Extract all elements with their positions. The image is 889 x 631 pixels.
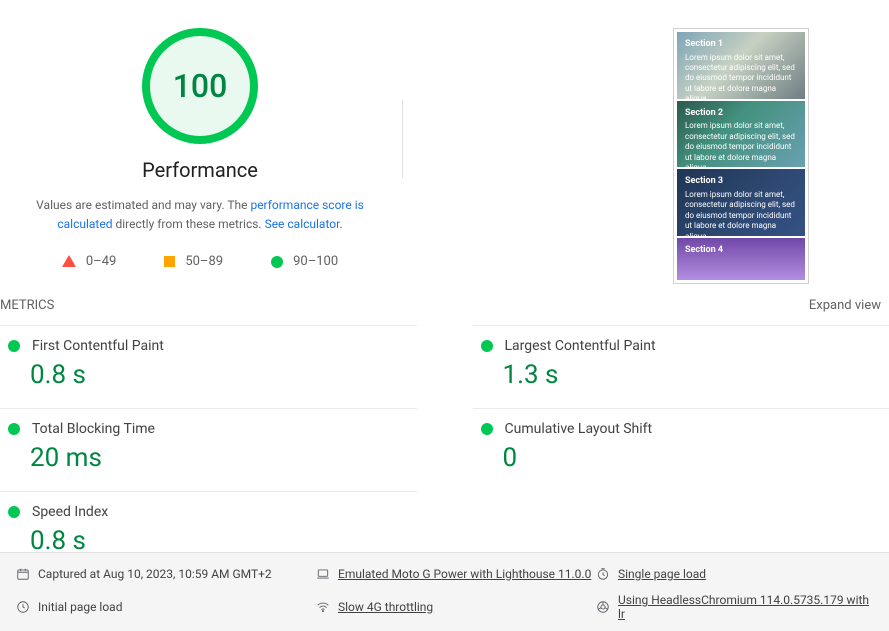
performance-gauge-area: 100 Performance Values are estimated and… bbox=[0, 28, 400, 284]
legend-pass-label: 90–100 bbox=[293, 254, 338, 269]
throttling-text: Slow 4G throttling bbox=[338, 600, 433, 614]
initial-page-load-text: Initial page load bbox=[38, 600, 122, 614]
score-legend: 0–49 50–89 90–100 bbox=[62, 254, 338, 269]
preview-section-1: Section 1 Lorem ipsum dolor sit amet, con… bbox=[677, 32, 805, 99]
status-dot-pass bbox=[481, 340, 493, 352]
vertical-divider bbox=[402, 100, 403, 178]
single-page-load-text: Single page load bbox=[618, 567, 706, 581]
laptop-icon bbox=[316, 567, 330, 581]
metric-tbt[interactable]: Total Blocking Time 20 ms bbox=[0, 408, 417, 491]
initial-page-load: Initial page load bbox=[16, 593, 316, 621]
disclaimer-suffix: . bbox=[339, 217, 342, 231]
runtime-settings: Captured at Aug 10, 2023, 10:59 AM GMT+2… bbox=[0, 552, 889, 631]
legend-avg-label: 50–89 bbox=[185, 254, 223, 269]
browser-info[interactable]: Using HeadlessChromium 114.0.5735.179 wi… bbox=[596, 593, 877, 621]
metric-name: First Contentful Paint bbox=[32, 338, 164, 354]
preview-section-3: Section 3 Lorem ipsum dolor sit amet, con… bbox=[677, 169, 805, 236]
metric-value: 20 ms bbox=[30, 443, 417, 473]
status-dot-pass bbox=[8, 506, 20, 518]
status-dot-pass bbox=[481, 423, 493, 435]
metric-cls[interactable]: Cumulative Layout Shift 0 bbox=[473, 408, 889, 491]
captured-at-text: Captured at Aug 10, 2023, 10:59 AM GMT+2 bbox=[38, 567, 272, 581]
metric-lcp[interactable]: Largest Contentful Paint 1.3 s bbox=[473, 325, 889, 408]
square-icon bbox=[164, 256, 175, 267]
preview-title-1: Section 1 bbox=[685, 39, 797, 51]
preview-title-2: Section 2 bbox=[685, 108, 797, 120]
browser-info-text: Using HeadlessChromium 114.0.5735.179 wi… bbox=[618, 593, 877, 621]
captured-at: Captured at Aug 10, 2023, 10:59 AM GMT+2 bbox=[16, 567, 316, 581]
preview-text-2: Lorem ipsum dolor sit amet, consectetur … bbox=[685, 121, 795, 167]
performance-title: Performance bbox=[142, 158, 258, 182]
preview-text-3: Lorem ipsum dolor sit amet, consectetur … bbox=[685, 190, 795, 236]
preview-section-2: Section 2Lorem ipsum dolor sit amet, con… bbox=[677, 101, 805, 168]
metric-name: Speed Index bbox=[32, 504, 108, 520]
preview-section-4: Section 4 bbox=[677, 238, 805, 280]
legend-average: 50–89 bbox=[164, 254, 223, 269]
emulated-device-text: Emulated Moto G Power with Lighthouse 11… bbox=[338, 567, 591, 581]
calendar-icon bbox=[16, 567, 30, 581]
metric-value: 1.3 s bbox=[503, 360, 889, 390]
metric-name: Cumulative Layout Shift bbox=[505, 421, 653, 437]
expand-view-button[interactable]: Expand view bbox=[809, 298, 881, 313]
legend-pass: 90–100 bbox=[271, 254, 338, 269]
timer-icon bbox=[596, 567, 610, 581]
metric-name: Total Blocking Time bbox=[32, 421, 155, 437]
legend-fail-label: 0–49 bbox=[86, 254, 116, 269]
triangle-icon bbox=[62, 255, 76, 267]
status-dot-pass bbox=[8, 423, 20, 435]
chrome-icon bbox=[596, 600, 610, 614]
preview-title-4: Section 4 bbox=[685, 245, 797, 257]
preview-text-1: Lorem ipsum dolor sit amet, consectetur … bbox=[685, 53, 795, 99]
wifi-icon bbox=[316, 600, 330, 614]
circle-icon bbox=[271, 256, 283, 268]
metrics-heading: METRICS bbox=[0, 298, 54, 313]
disclaimer-prefix: Values are estimated and may vary. The bbox=[36, 198, 250, 212]
metric-name: Largest Contentful Paint bbox=[505, 338, 656, 354]
disclaimer-mid: directly from these metrics. bbox=[112, 217, 264, 231]
page-screenshot: Section 1 Lorem ipsum dolor sit amet, con… bbox=[673, 28, 809, 284]
preview-title-3: Section 3 bbox=[685, 176, 797, 188]
disclaimer: Values are estimated and may vary. The p… bbox=[10, 196, 390, 234]
single-page-load[interactable]: Single page load bbox=[596, 567, 877, 581]
emulated-device[interactable]: Emulated Moto G Power with Lighthouse 11… bbox=[316, 567, 596, 581]
see-calculator-link[interactable]: See calculator bbox=[265, 217, 340, 231]
performance-gauge: 100 bbox=[142, 28, 258, 144]
metric-value: 0.8 s bbox=[30, 360, 417, 390]
clock-icon bbox=[16, 600, 30, 614]
status-dot-pass bbox=[8, 340, 20, 352]
metric-value: 0 bbox=[503, 443, 889, 473]
performance-score: 100 bbox=[173, 67, 228, 105]
legend-fail: 0–49 bbox=[62, 254, 116, 269]
throttling[interactable]: Slow 4G throttling bbox=[316, 593, 596, 621]
metric-fcp[interactable]: First Contentful Paint 0.8 s bbox=[0, 325, 417, 408]
